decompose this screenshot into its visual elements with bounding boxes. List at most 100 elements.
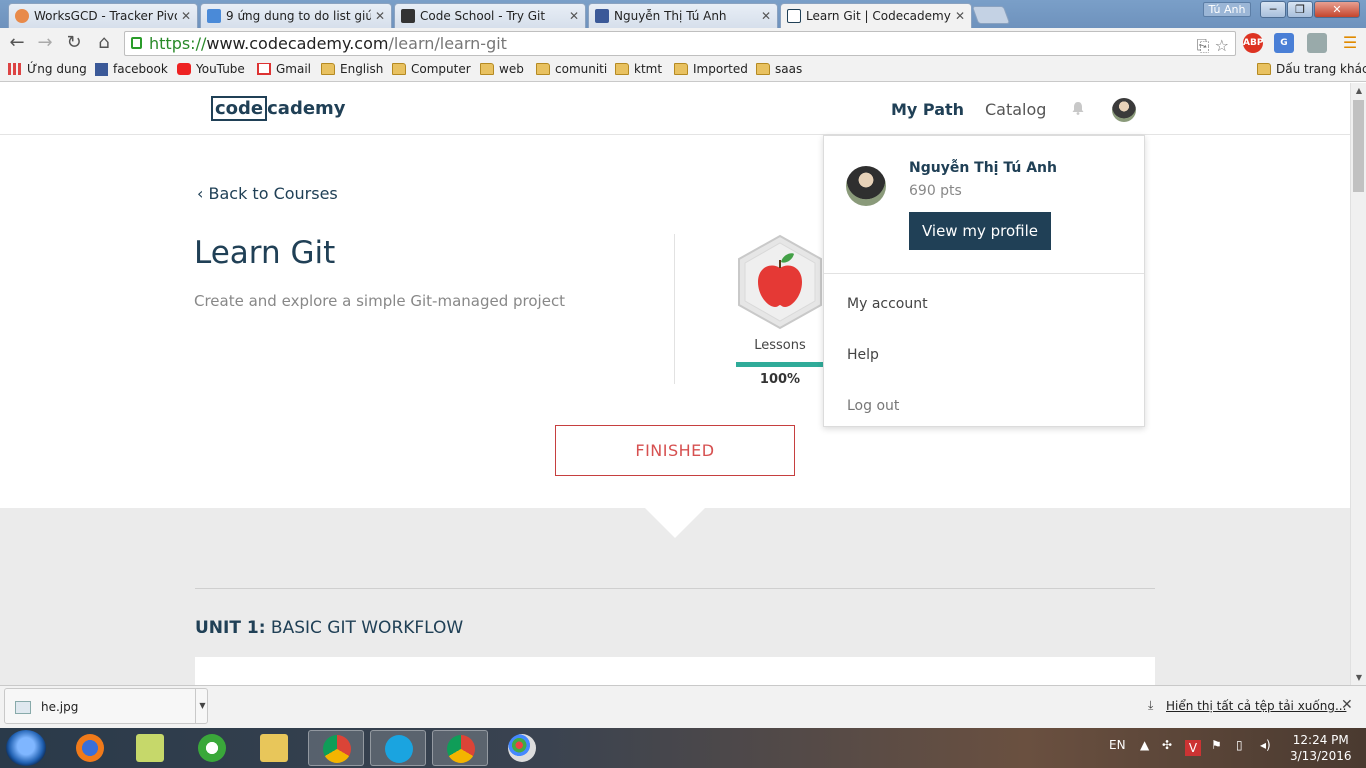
- taskbar-explorer[interactable]: [246, 730, 302, 766]
- taskbar-paint[interactable]: [494, 730, 550, 766]
- codecademy-logo[interactable]: code cademy: [211, 96, 346, 121]
- facebook-icon: [95, 62, 108, 76]
- close-tab-icon[interactable]: ✕: [761, 9, 771, 23]
- close-tab-icon[interactable]: ✕: [955, 9, 965, 23]
- forward-arrow-icon[interactable]: →: [34, 32, 56, 54]
- back-to-courses-link[interactable]: ‹ Back to Courses: [197, 184, 338, 203]
- back-arrow-icon[interactable]: ←: [6, 32, 28, 54]
- bookmark-gmail[interactable]: Gmail: [257, 62, 311, 76]
- folder-icon: [674, 63, 688, 75]
- bookmark-youtube[interactable]: YouTube: [177, 62, 245, 76]
- paint-icon: [508, 734, 536, 762]
- tab-learn-git[interactable]: Learn Git | Codecademy ✕: [780, 3, 972, 28]
- unit-card[interactable]: [195, 657, 1155, 685]
- close-tab-icon[interactable]: ✕: [181, 9, 191, 23]
- system-clock[interactable]: 12:24 PM 3/13/2016: [1290, 732, 1352, 764]
- scroll-thumb[interactable]: [1353, 100, 1364, 192]
- bookmark-folder-comuniti[interactable]: comuniti: [536, 62, 607, 76]
- antivirus-tray-icon[interactable]: V: [1185, 740, 1201, 756]
- tab-facebook-profile[interactable]: Nguyễn Thị Tú Anh ✕: [588, 3, 778, 28]
- codecademy-favicon-icon: [787, 9, 801, 23]
- close-tab-icon[interactable]: ✕: [569, 9, 579, 23]
- minimize-button[interactable]: ─: [1260, 1, 1286, 18]
- taskbar-firefox[interactable]: [62, 730, 118, 766]
- user-avatar[interactable]: [1112, 98, 1136, 122]
- folder-icon: [536, 63, 550, 75]
- tab-worksgcd[interactable]: WorksGCD - Tracker Pivot ✕: [8, 3, 198, 28]
- clock-date: 3/13/2016: [1290, 749, 1352, 763]
- volume-icon[interactable]: ◂): [1260, 738, 1271, 752]
- home-icon[interactable]: ⌂: [93, 32, 115, 54]
- menu-item-help[interactable]: Help: [847, 347, 879, 363]
- github-favicon-icon: [401, 9, 415, 23]
- bookmark-facebook[interactable]: facebook: [95, 62, 168, 76]
- maximize-button[interactable]: ❐: [1287, 1, 1313, 18]
- bookmark-folder-imported[interactable]: Imported: [674, 62, 748, 76]
- skype-icon: [385, 735, 413, 763]
- adblock-icon[interactable]: ABP: [1243, 33, 1263, 53]
- close-window-button[interactable]: ✕: [1314, 1, 1360, 18]
- tab-todo-list[interactable]: 9 ứng dung to do list giúp ✕: [200, 3, 392, 28]
- url-path: /learn/learn-git: [388, 34, 507, 53]
- bookmark-folder-web[interactable]: web: [480, 62, 524, 76]
- taskbar-skype[interactable]: [370, 730, 426, 766]
- bookmark-folder-ktmt[interactable]: ktmt: [615, 62, 662, 76]
- menu-item-log-out[interactable]: Log out: [847, 398, 899, 414]
- taskbar-coccoc[interactable]: [184, 730, 240, 766]
- taskbar-chrome-1[interactable]: [308, 730, 364, 766]
- address-bar[interactable]: https://www.codecademy.com/learn/learn-g…: [124, 31, 1236, 56]
- extension-icon[interactable]: [1307, 33, 1327, 53]
- site-header: code cademy My Path Catalog: [0, 83, 1350, 135]
- browser-toolbar: ← → ↻ ⌂ https://www.codecademy.com/learn…: [0, 28, 1366, 59]
- nav-catalog[interactable]: Catalog: [985, 100, 1046, 119]
- taskbar-chrome-2[interactable]: [432, 730, 488, 766]
- action-center-icon[interactable]: ⚑: [1211, 738, 1222, 752]
- finished-button[interactable]: FINISHED: [555, 425, 795, 476]
- divider: [674, 234, 675, 384]
- new-tab-button[interactable]: [971, 6, 1011, 24]
- unit-heading: UNIT 1: BASIC GIT WORKFLOW: [195, 618, 464, 638]
- page-scrollbar[interactable]: ▲ ▼: [1350, 83, 1366, 685]
- download-bar: he.jpg ▼ ⤓ Hiển thị tất cả tệp tải xuống…: [0, 685, 1366, 728]
- network-tray-icon[interactable]: ✣: [1162, 738, 1172, 752]
- menu-icon[interactable]: ☰: [1340, 33, 1360, 53]
- chrome-icon: [447, 735, 475, 763]
- clock-time: 12:24 PM: [1292, 733, 1349, 747]
- battery-icon[interactable]: ▯: [1236, 738, 1243, 752]
- download-options-caret-icon[interactable]: ▼: [195, 689, 209, 723]
- show-all-downloads-link[interactable]: Hiển thị tất cả tệp tải xuống...: [1166, 699, 1346, 713]
- bookmark-folder-computer[interactable]: Computer: [392, 62, 471, 76]
- tab-code-school[interactable]: Code School - Try Git ✕: [394, 3, 586, 28]
- show-hidden-icons-icon[interactable]: ▲: [1140, 738, 1149, 752]
- nav-my-path[interactable]: My Path: [891, 100, 964, 119]
- close-tab-icon[interactable]: ✕: [375, 9, 385, 23]
- scroll-up-icon[interactable]: ▲: [1351, 86, 1366, 95]
- section-notch: [645, 508, 705, 538]
- bookmark-folder-saas[interactable]: saas: [756, 62, 802, 76]
- download-arrow-icon: ⤓: [1148, 698, 1154, 712]
- browser-tab-strip: WorksGCD - Tracker Pivot ✕ 9 ứng dung to…: [0, 0, 1366, 28]
- taskbar-sticky-notes[interactable]: [122, 730, 178, 766]
- bookmark-other[interactable]: Dấu trang khác: [1257, 62, 1366, 76]
- translate-icon[interactable]: ⎘: [1197, 36, 1210, 55]
- dropdown-avatar: [846, 166, 886, 206]
- image-file-icon: [15, 701, 31, 714]
- lock-icon: [131, 37, 142, 49]
- bookmark-apps[interactable]: Ứng dung: [8, 62, 87, 76]
- reload-icon[interactable]: ↻: [63, 32, 85, 54]
- profile-chip[interactable]: Tú Anh: [1203, 2, 1251, 17]
- close-download-bar-icon[interactable]: ✕: [1341, 697, 1353, 713]
- start-button[interactable]: [6, 730, 46, 766]
- language-indicator[interactable]: EN: [1109, 738, 1126, 752]
- tab-title: Code School - Try Git: [420, 9, 546, 23]
- bookmarks-bar: Ứng dung facebook YouTube Gmail English …: [0, 59, 1366, 82]
- view-profile-button[interactable]: View my profile: [909, 212, 1051, 250]
- bookmark-star-icon[interactable]: ☆: [1215, 36, 1229, 55]
- bookmark-folder-english[interactable]: English: [321, 62, 383, 76]
- lessons-label: Lessons: [754, 338, 806, 353]
- notification-bell-icon[interactable]: [1071, 101, 1085, 115]
- download-item[interactable]: he.jpg ▼: [4, 688, 208, 724]
- google-translate-icon[interactable]: G: [1274, 33, 1294, 53]
- menu-item-my-account[interactable]: My account: [847, 296, 928, 312]
- scroll-down-icon[interactable]: ▼: [1351, 673, 1366, 682]
